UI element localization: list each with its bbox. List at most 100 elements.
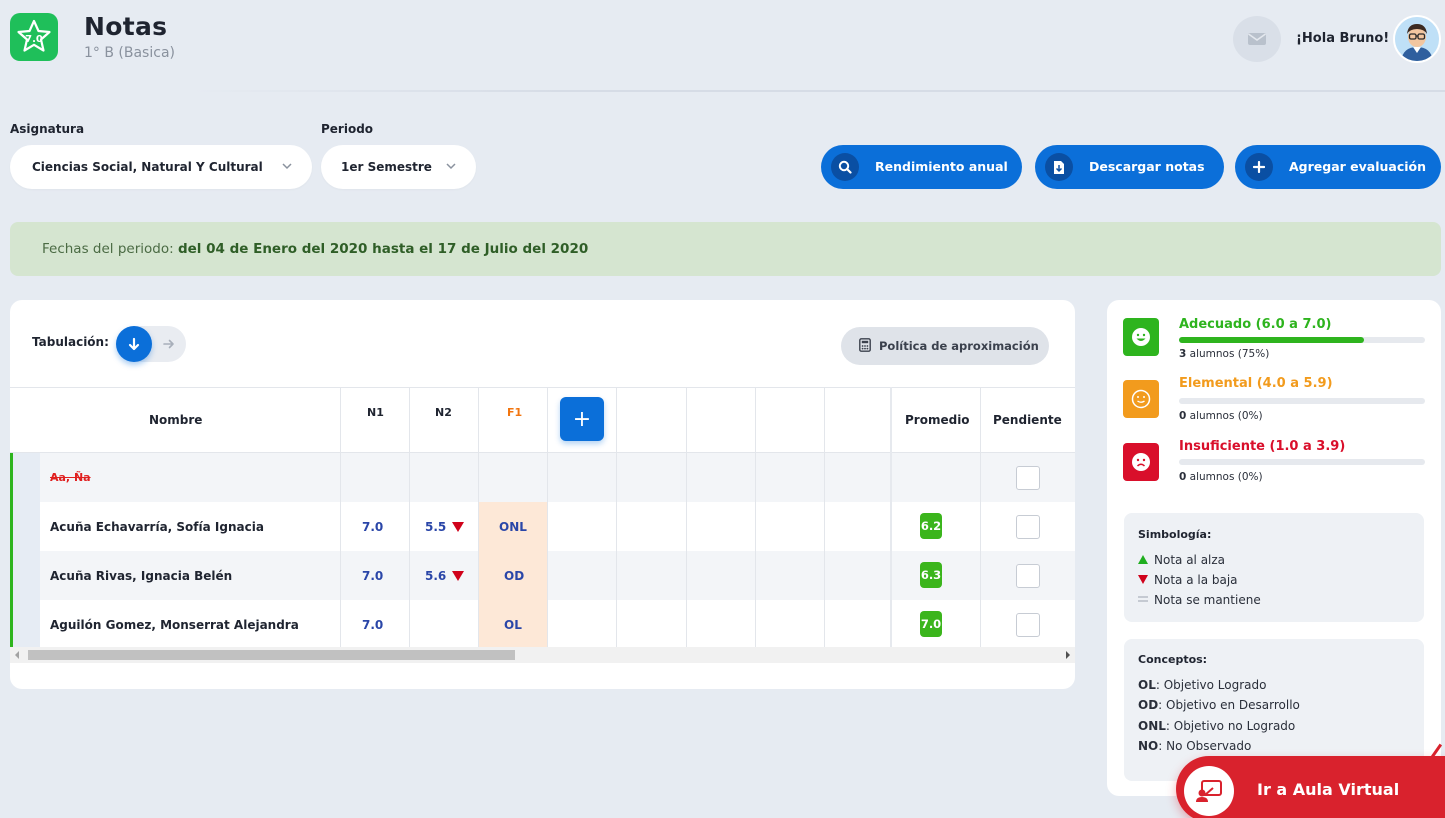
level-elemental-bar [1179,398,1425,404]
tabulation-toggle[interactable] [116,326,186,362]
grade-n2[interactable]: 5.6 [425,569,465,583]
level-elemental-count: 0 alumnos (0%) [1179,410,1263,422]
symbology-box: Simbología: Nota al alza Nota a la baja … [1124,513,1424,622]
period-dates-prefix: Fechas del periodo: [42,241,174,257]
arrow-down-icon[interactable] [116,326,152,362]
search-icon [831,153,859,181]
column-n2-header[interactable]: N2 [435,406,452,419]
add-evaluation-button[interactable]: Agregar evaluación [1235,145,1441,189]
grade-n1[interactable]: 7.0 [362,618,383,632]
trend-down-icon [452,522,465,532]
pending-checkbox[interactable] [1016,564,1040,588]
mail-button[interactable] [1233,16,1281,62]
column-pending-header: Pendiente [993,413,1062,427]
pending-checkbox[interactable] [1016,515,1040,539]
triangle-down-icon [1138,575,1148,584]
average-badge: 6.3 [920,562,942,588]
level-insufficient-bar [1179,459,1425,465]
pending-checkbox[interactable] [1016,613,1040,637]
level-elemental-title: Elemental (4.0 a 5.9) [1179,376,1333,391]
symbol-up-item: Nota al alza [1138,553,1225,567]
tabulation-label: Tabulación: [32,335,109,349]
rounding-policy-button[interactable]: Política de aproximación [841,327,1049,365]
student-name[interactable]: Acuña Echavarría, Sofía Ignacia [50,520,264,534]
concept-item: OD: Objetivo en Desarrollo [1138,698,1300,712]
equal-icon [1138,596,1148,602]
column-f1-header[interactable]: F1 [507,406,522,419]
symbology-title: Simbología: [1138,528,1212,541]
grade-n2[interactable]: 5.5 [425,520,465,534]
period-value: 1er Semestre [341,160,432,174]
add-column-button[interactable]: + [560,397,604,441]
sad-face-icon [1123,443,1159,481]
subject-select[interactable]: Ciencias Social, Natural Y Cultural [10,145,312,189]
grade-f1[interactable]: OL [504,618,522,632]
column-n1-header[interactable]: N1 [367,406,384,419]
add-evaluation-label: Agregar evaluación [1289,159,1427,174]
logo-text: 7.0 [25,34,43,45]
plus-icon [1245,153,1273,181]
level-adequate-title: Adecuado (6.0 a 7.0) [1179,317,1332,332]
rounding-policy-label: Política de aproximación [879,339,1039,353]
scrollbar-thumb[interactable] [28,650,515,660]
chevron-down-icon [282,163,292,170]
user-avatar-icon [1395,17,1439,61]
level-insufficient-title: Insuficiente (1.0 a 3.9) [1179,439,1346,454]
subject-value: Ciencias Social, Natural Y Cultural [32,160,263,174]
course-subtitle: 1° B (Basica) [84,45,175,61]
trend-down-icon [452,571,465,581]
virtual-classroom-button[interactable]: Ir a Aula Virtual [1176,756,1445,818]
student-name[interactable]: Aguilón Gomez, Monserrat Alejandra [50,618,299,632]
neutral-face-icon [1123,380,1159,418]
concepts-title: Conceptos: [1138,653,1208,666]
grade-f1[interactable]: ONL [499,520,527,534]
concept-item: OL: Objetivo Logrado [1138,678,1267,692]
horizontal-scrollbar[interactable] [10,647,1075,663]
column-average-header: Promedio [905,413,970,427]
symbol-down-item: Nota a la baja [1138,573,1238,587]
concept-item: ONL: Objetivo no Logrado [1138,719,1296,733]
download-file-icon [1045,153,1073,181]
grade-n1[interactable]: 7.0 [362,520,383,534]
period-dates-range: del 04 de Enero del 2020 hasta el 17 de … [177,241,589,257]
download-grades-button[interactable]: Descargar notas [1035,145,1224,189]
grade-f1[interactable]: OD [504,569,524,583]
period-label: Periodo [321,122,374,136]
star-logo-icon: 7.0 [17,19,51,52]
level-adequate-bar [1179,337,1425,343]
annual-performance-button[interactable]: Rendimiento anual [821,145,1022,189]
level-adequate-count: 3 alumnos (75%) [1179,348,1270,360]
scroll-left-icon[interactable] [15,651,19,659]
subject-label: Asignatura [10,122,85,136]
period-select[interactable]: 1er Semestre [321,145,476,189]
smile-icon [1123,318,1159,356]
concept-item: NO: No Observado [1138,739,1252,753]
symbol-equal-item: Nota se mantiene [1138,593,1261,607]
average-badge: 6.2 [920,513,942,539]
annual-performance-label: Rendimiento anual [875,159,1008,174]
student-name[interactable]: Acuña Rivas, Ignacia Belén [50,569,232,583]
scroll-right-icon[interactable] [1066,651,1070,659]
average-badge: 7.0 [920,611,942,637]
student-name[interactable]: Aa, Ña [50,471,91,484]
period-dates-banner: Fechas del periodo: del 04 de Enero del … [10,222,1441,276]
grade-n1[interactable]: 7.0 [362,569,383,583]
header-divider [190,90,1445,92]
calculator-icon [859,338,871,352]
virtual-classroom-label: Ir a Aula Virtual [1257,780,1400,799]
grades-card: Tabulación: Política de aproximación Nom… [10,300,1075,689]
virtual-classroom-icon [1184,766,1234,816]
row-status-bar [10,453,13,649]
download-grades-label: Descargar notas [1089,159,1205,174]
top-header: 7.0 Notas 1° B (Basica) ¡Hola Bruno! [0,0,1445,92]
triangle-up-icon [1138,555,1148,564]
mail-icon [1248,33,1266,45]
pending-checkbox[interactable] [1016,466,1040,490]
table-row [10,453,1075,502]
arrow-right-icon[interactable] [160,335,178,353]
column-name-header: Nombre [149,413,203,427]
user-greeting: ¡Hola Bruno! [1296,31,1390,46]
level-insufficient-count: 0 alumnos (0%) [1179,471,1263,483]
user-avatar[interactable] [1393,15,1441,63]
summary-panel: Adecuado (6.0 a 7.0) 3 alumnos (75%) Ele… [1107,300,1441,796]
